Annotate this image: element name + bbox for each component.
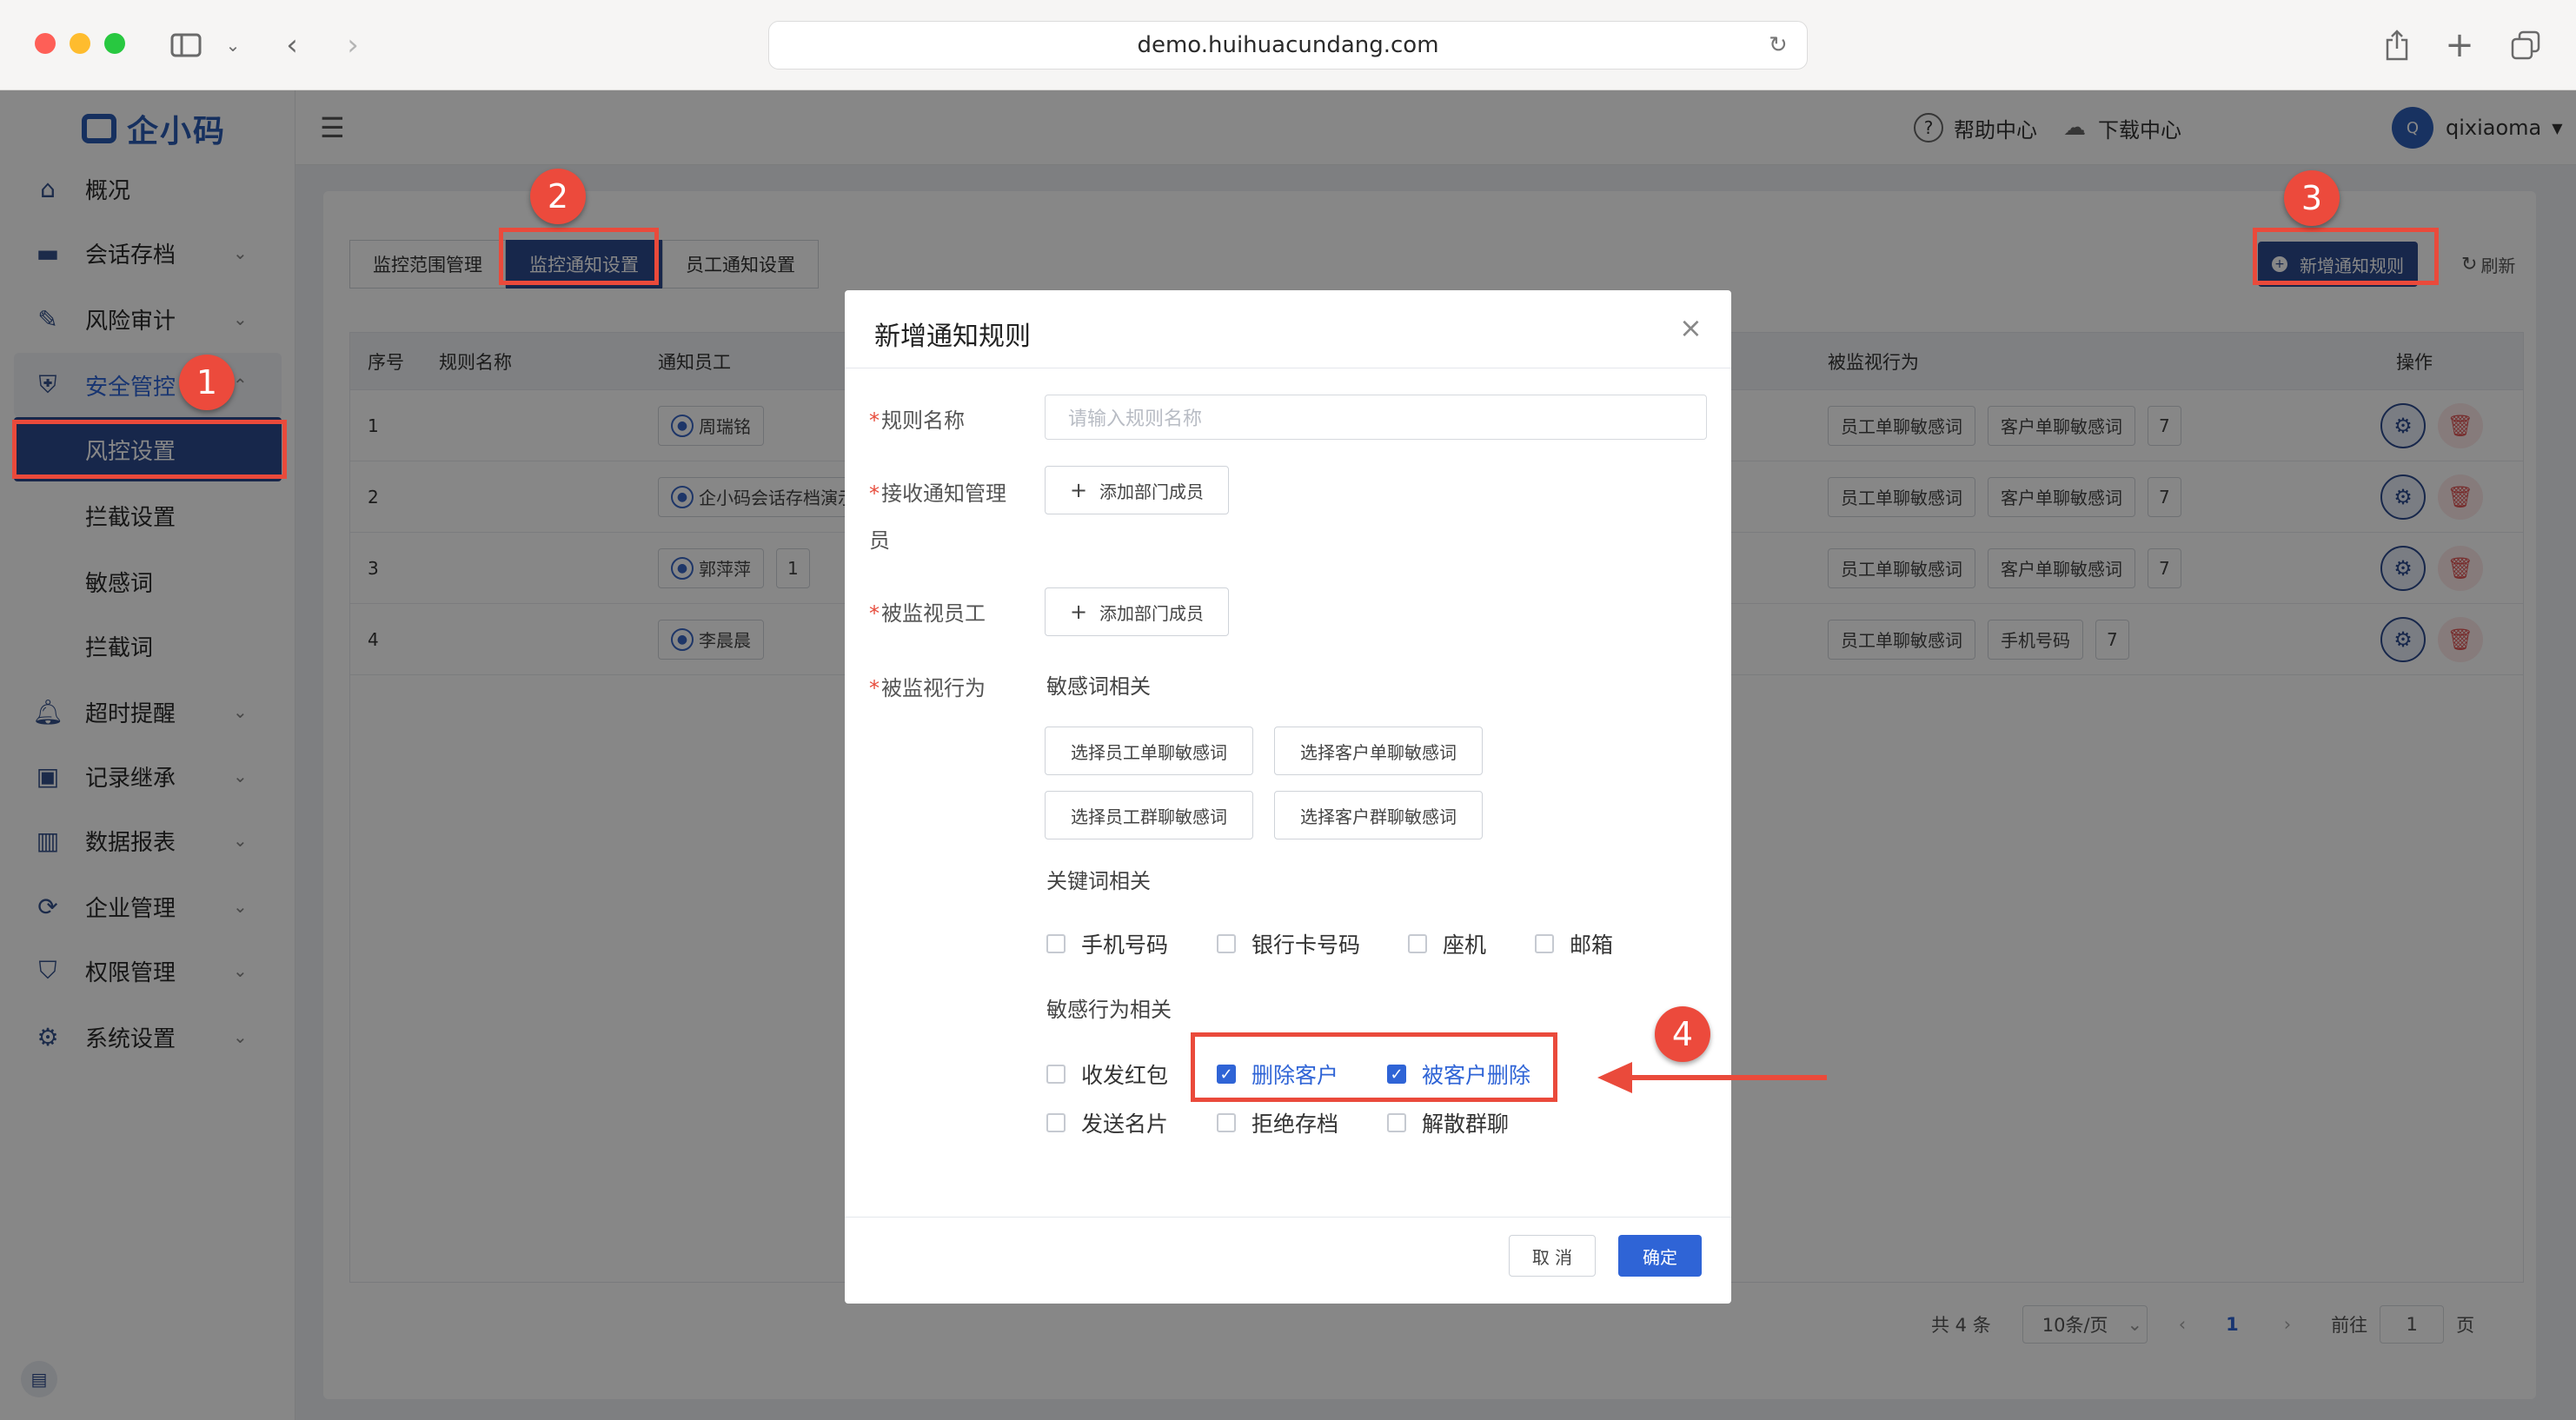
behavior-label-text: 被监视行为	[881, 676, 986, 700]
close-icon[interactable]: ×	[1679, 311, 1703, 344]
annotation-badge-3: 3	[2284, 170, 2340, 226]
cancel-button[interactable]: 取 消	[1509, 1235, 1596, 1277]
dialog-footer: 取 消 确定	[845, 1217, 1731, 1304]
checkbox-box	[1217, 934, 1236, 953]
checkbox-box	[1408, 934, 1427, 953]
back-icon[interactable]: ‹	[276, 26, 308, 64]
red-packet-checkbox[interactable]: 收发红包	[1046, 1058, 1168, 1090]
maximize-window-button[interactable]	[104, 33, 125, 54]
checkbox-label: 拒绝存档	[1251, 1111, 1339, 1137]
bank-card-checkbox[interactable]: 银行卡号码	[1217, 928, 1360, 959]
rule-name-placeholder: 请输入规则名称	[1068, 408, 1203, 430]
add-member-label: 添加部门成员	[1099, 481, 1205, 502]
url-text: demo.huihuacundang.com	[1137, 32, 1439, 58]
refuse-archive-checkbox[interactable]: 拒绝存档	[1217, 1107, 1338, 1138]
sensitive-word-section-title: 敏感词相关	[1046, 674, 1151, 699]
highlight-risk-settings	[12, 420, 287, 479]
annotation-arrow	[1597, 1062, 1827, 1093]
checkbox-box	[1046, 1113, 1066, 1132]
keyword-section-title: 关键词相关	[1046, 869, 1151, 893]
chevron-down-icon[interactable]: ⌄	[222, 26, 243, 64]
receivers-label-line1: 接收通知管理	[881, 481, 1006, 506]
new-tab-icon[interactable]: +	[2442, 25, 2477, 65]
phone-number-checkbox[interactable]: 手机号码	[1046, 928, 1168, 959]
checkbox-label: 邮箱	[1570, 932, 1614, 958]
send-card-checkbox[interactable]: 发送名片	[1046, 1107, 1168, 1138]
rule-name-label-text: 规则名称	[881, 408, 965, 433]
annotation-badge-2: 2	[530, 169, 586, 224]
rule-name-label: *规则名称	[869, 408, 965, 433]
select-customer-single-chat-words-button[interactable]: 选择客户单聊敏感词	[1274, 727, 1483, 775]
plus-icon: +	[1069, 600, 1088, 624]
checkbox-label: 银行卡号码	[1251, 932, 1361, 958]
rule-name-input[interactable]: 请输入规则名称	[1045, 395, 1707, 440]
monitored-label-text: 被监视员工	[881, 601, 986, 626]
dialog-title: 新增通知规则	[874, 322, 1031, 352]
highlight-behavior-checkboxes	[1191, 1032, 1557, 1102]
add-member-label: 添加部门成员	[1099, 602, 1205, 624]
confirm-button[interactable]: 确定	[1618, 1235, 1702, 1277]
minimize-window-button[interactable]	[70, 33, 90, 54]
checkbox-label: 解散群聊	[1422, 1111, 1510, 1137]
forward-icon[interactable]: ›	[337, 26, 368, 64]
checkbox-label: 手机号码	[1081, 932, 1169, 958]
sidebar-toggle-icon[interactable]	[167, 26, 205, 64]
highlight-add-rule-button	[2253, 228, 2439, 285]
checkbox-label: 收发红包	[1081, 1063, 1169, 1088]
landline-checkbox[interactable]: 座机	[1408, 928, 1486, 959]
tabs-overview-icon[interactable]	[2508, 26, 2543, 64]
browser-toolbar: ⌄ ‹ › demo.huihuacundang.com ↻ +	[0, 0, 2576, 90]
add-monitored-button[interactable]: + 添加部门成员	[1045, 587, 1229, 636]
receivers-label-line2: 员	[869, 528, 890, 553]
plus-icon: +	[1069, 478, 1088, 502]
monitored-employees-label: *被监视员工	[869, 601, 986, 626]
reload-icon[interactable]: ↻	[1769, 32, 1788, 58]
dissolve-group-checkbox[interactable]: 解散群聊	[1387, 1107, 1509, 1138]
share-icon[interactable]	[2380, 26, 2414, 64]
annotation-badge-1: 1	[179, 355, 235, 410]
add-rule-dialog: 新增通知规则 × *规则名称 请输入规则名称 *接收通知管理 员 + 添加部门成员…	[845, 290, 1731, 1304]
checkbox-box	[1217, 1113, 1236, 1132]
select-employee-single-chat-words-button[interactable]: 选择员工单聊敏感词	[1045, 727, 1253, 775]
email-checkbox[interactable]: 邮箱	[1535, 928, 1613, 959]
select-employee-group-chat-words-button[interactable]: 选择员工群聊敏感词	[1045, 791, 1253, 839]
select-customer-group-chat-words-button[interactable]: 选择客户群聊敏感词	[1274, 791, 1483, 839]
checkbox-label: 发送名片	[1081, 1111, 1169, 1137]
dialog-header: 新增通知规则 ×	[845, 290, 1731, 368]
monitored-behavior-label: *被监视行为	[869, 676, 986, 700]
receivers-label: *接收通知管理	[869, 481, 1006, 506]
checkbox-box	[1046, 934, 1066, 953]
highlight-monitor-notify-tab	[499, 228, 659, 285]
checkbox-box	[1387, 1113, 1406, 1132]
checkbox-box	[1535, 934, 1554, 953]
checkbox-label: 座机	[1443, 932, 1487, 958]
close-window-button[interactable]	[35, 33, 56, 54]
behavior-section-title: 敏感行为相关	[1046, 998, 1172, 1022]
add-receiver-button[interactable]: + 添加部门成员	[1045, 466, 1229, 514]
address-bar[interactable]: demo.huihuacundang.com ↻	[768, 21, 1808, 70]
checkbox-box	[1046, 1065, 1066, 1084]
